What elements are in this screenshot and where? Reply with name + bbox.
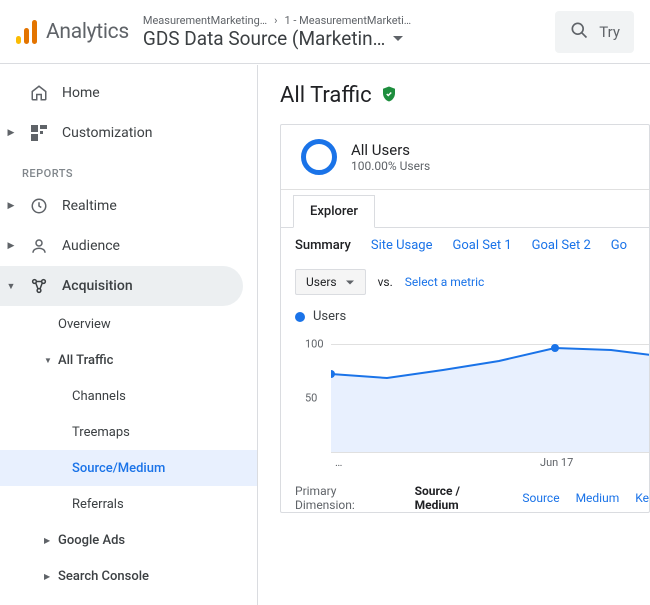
select-metric-link[interactable]: Select a metric <box>405 275 485 289</box>
customization-icon <box>28 125 50 141</box>
app-logo[interactable]: Analytics <box>16 20 129 44</box>
segment-all-users[interactable]: All Users 100.00% Users <box>281 125 649 190</box>
y-tick: 50 <box>305 392 317 405</box>
primary-dimension-label: Primary Dimension: <box>295 484 399 512</box>
breadcrumb-property: 1 - MeasurementMarketi… <box>284 14 411 27</box>
annotation-arrow-icon <box>258 439 262 479</box>
view-selector[interactable]: GDS Data Source (Marketin… <box>143 27 541 50</box>
sidebar-label: Audience <box>62 238 120 254</box>
sidebar-label: Customization <box>62 125 152 141</box>
subtab-goal2[interactable]: Goal Set 2 <box>532 238 591 253</box>
expand-icon: ▶ <box>44 536 50 545</box>
app-name: Analytics <box>46 20 129 44</box>
dim-source[interactable]: Source <box>522 491 559 505</box>
acquisition-icon <box>28 277 50 295</box>
users-chart: 100 50 … Jun 17 <box>295 332 649 472</box>
chevron-right-icon: › <box>274 14 277 27</box>
breadcrumb-account: MeasurementMarketing… <box>143 14 267 27</box>
legend-dot-icon <box>295 312 305 322</box>
collapse-icon: ▼ <box>6 281 16 292</box>
sidebar-item-acquisition[interactable]: ▼ Acquisition <box>0 266 243 306</box>
sidebar-subitem-source-medium[interactable]: Source/Medium <box>0 450 257 486</box>
sidebar-item-audience[interactable]: ▶ Audience <box>0 226 257 266</box>
sidebar-label: Home <box>62 85 100 101</box>
sidebar-item-customization[interactable]: ▶ Customization <box>0 113 257 153</box>
segment-title: All Users <box>351 141 430 159</box>
sidebar-label: Acquisition <box>62 278 133 294</box>
expand-icon: ▶ <box>6 128 16 138</box>
search-icon <box>569 20 589 44</box>
sidebar-subitem-treemaps[interactable]: Treemaps <box>0 414 257 450</box>
sidebar-subitem-all-traffic[interactable]: ▼All Traffic <box>0 342 257 378</box>
sidebar-subitem-channels[interactable]: Channels <box>0 378 257 414</box>
chevron-down-icon <box>393 36 403 41</box>
dim-source-medium[interactable]: Source / Medium <box>415 484 507 512</box>
legend-label: Users <box>313 309 346 324</box>
collapse-icon: ▼ <box>44 356 52 365</box>
segment-circle-icon <box>301 139 337 175</box>
sidebar-item-home[interactable]: Home <box>0 73 257 113</box>
dim-medium[interactable]: Medium <box>576 491 620 505</box>
subtab-site-usage[interactable]: Site Usage <box>371 238 433 253</box>
verified-shield-icon <box>380 85 398 107</box>
sidebar-subitem-google-ads[interactable]: ▶Google Ads <box>0 522 257 558</box>
clock-icon <box>28 197 50 215</box>
search-placeholder: Try <box>599 23 620 41</box>
expand-icon: ▶ <box>44 572 50 581</box>
sidebar: Home ▶ Customization REPORTS ▶ Realtime … <box>0 65 258 605</box>
metric-dropdown[interactable]: Users <box>295 269 366 295</box>
segment-subtitle: 100.00% Users <box>351 159 430 173</box>
tab-explorer[interactable]: Explorer <box>293 195 375 228</box>
breadcrumb[interactable]: MeasurementMarketing… › 1 - MeasurementM… <box>143 14 541 27</box>
subtab-summary[interactable]: Summary <box>295 238 351 253</box>
sidebar-subitem-referrals[interactable]: Referrals <box>0 486 257 522</box>
sidebar-section-reports: REPORTS <box>0 153 257 186</box>
x-tick: Jun 17 <box>540 456 573 469</box>
vs-label: vs. <box>378 275 393 289</box>
home-icon <box>28 84 50 102</box>
sidebar-item-realtime[interactable]: ▶ Realtime <box>0 186 257 226</box>
chevron-down-icon <box>346 280 354 284</box>
sidebar-subitem-search-console[interactable]: ▶Search Console <box>0 558 257 594</box>
page-title: All Traffic <box>280 83 372 108</box>
analytics-icon <box>16 20 38 44</box>
expand-icon: ▶ <box>6 241 16 251</box>
subtab-goal1[interactable]: Goal Set 1 <box>453 238 512 253</box>
sidebar-subitem-overview[interactable]: Overview <box>0 306 257 342</box>
subtab-more[interactable]: Go <box>611 238 627 253</box>
sidebar-label: Realtime <box>62 198 117 214</box>
expand-icon: ▶ <box>6 201 16 211</box>
y-tick: 100 <box>305 338 324 351</box>
x-tick: … <box>335 456 342 469</box>
search-input[interactable]: Try <box>555 11 634 53</box>
dim-keyword[interactable]: Ke <box>635 491 649 505</box>
person-icon <box>28 237 50 255</box>
view-title: GDS Data Source (Marketin… <box>143 27 385 50</box>
